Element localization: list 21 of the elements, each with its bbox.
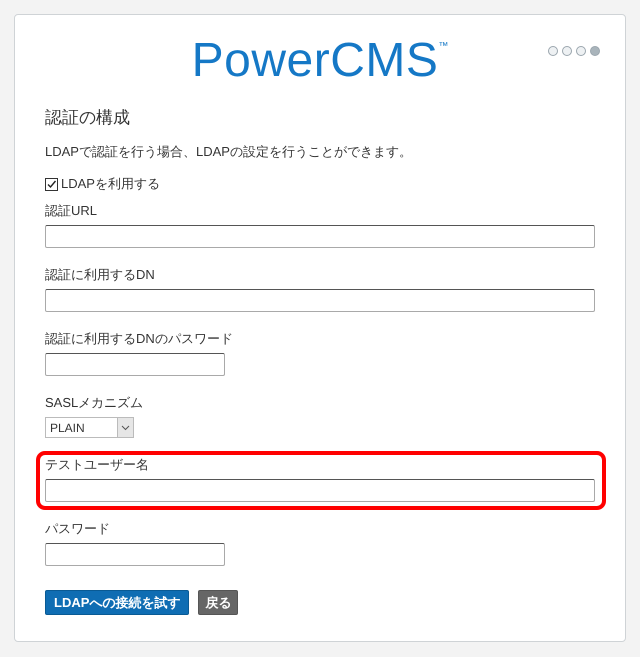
input-field[interactable] [45,353,225,376]
input-field[interactable] [45,543,225,566]
input-field[interactable] [45,225,595,248]
section-heading: 認証の構成 [45,107,131,129]
button[interactable]: 戻る [198,590,238,615]
input-field[interactable] [45,289,595,312]
input-field[interactable] [45,479,595,502]
field-label: 認証に利用するDNのパスワード [45,330,234,348]
field-label: テストユーザー名 [45,456,150,474]
field-label: 認証URL [45,202,98,220]
field-label: パスワード [45,520,111,538]
logo: PowerCMS [192,33,438,89]
select-dropdown[interactable]: PLAIN [45,417,134,438]
field-label: 認証に利用するDN [45,266,156,284]
checkbox[interactable] [45,178,58,190]
caret-icon [121,424,130,430]
description: LDAPで認証を行う場合、LDAPの設定を行うことができます。 [45,143,413,161]
button[interactable]: LDAPへの接続を試す [45,590,190,615]
checkbox-label: LDAPを利用する [61,175,160,193]
trademark-mark: ™ [438,40,448,54]
field-label: SASLメカニズム [45,394,144,412]
